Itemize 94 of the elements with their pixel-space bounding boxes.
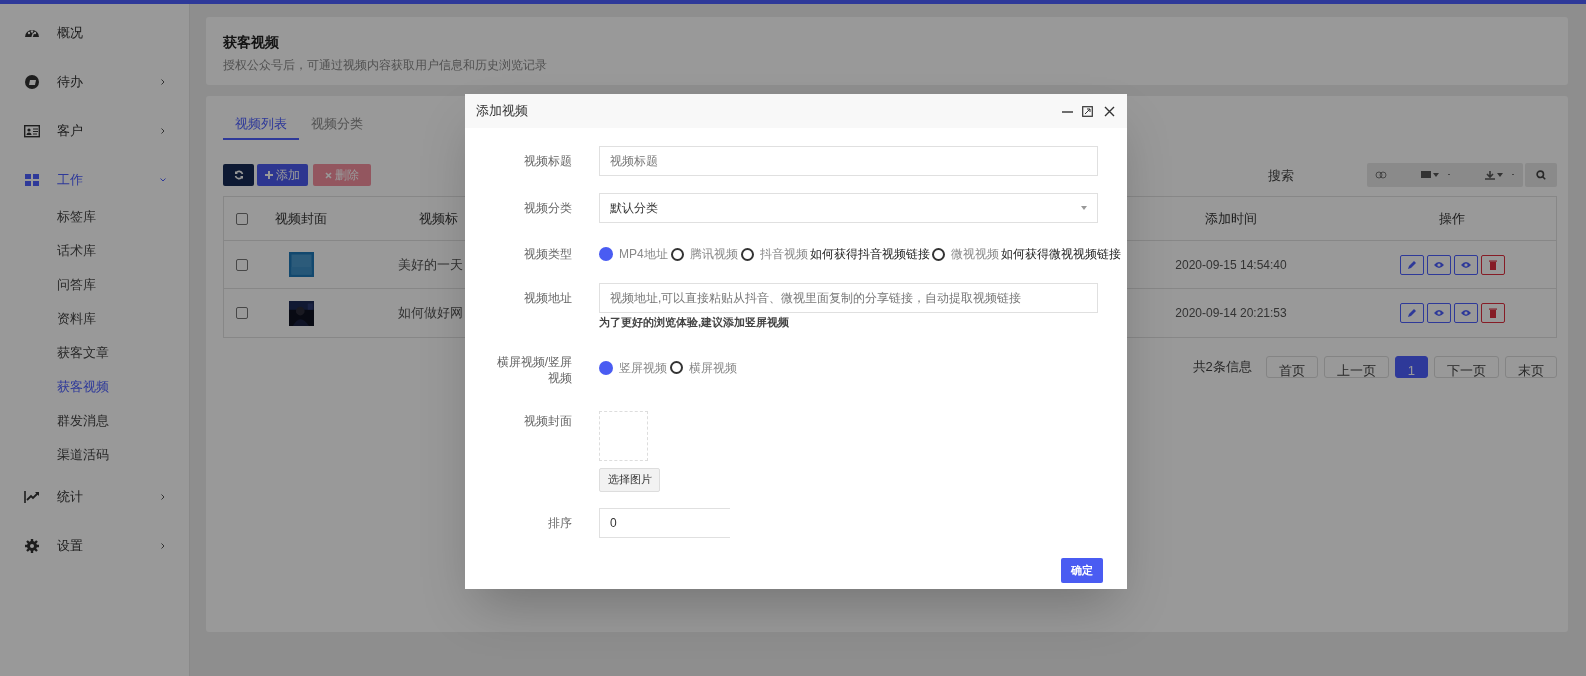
column-header: 视频标 <box>419 210 458 226</box>
chevron-right-icon <box>159 126 167 135</box>
field-label: 视频类型 <box>524 247 572 261</box>
line-chart-icon <box>24 488 40 505</box>
view-button[interactable] <box>1453 303 1478 323</box>
checkbox[interactable] <box>235 258 248 271</box>
table-cell-text: 2020-09-15 14:54:40 <box>1175 256 1287 274</box>
sidebar-subitem[interactable]: 问答库 <box>0 268 189 302</box>
url-field[interactable]: 视频地址,可以直接粘贴从抖音、微视里面复制的分享链接，自动提取视频链接 <box>599 283 1098 313</box>
edit-button[interactable] <box>1399 303 1424 323</box>
refresh-button[interactable] <box>223 164 254 186</box>
refresh-icon <box>233 170 244 180</box>
tab[interactable]: 视频分类 <box>299 110 375 140</box>
page-button[interactable]: 1 <box>1394 356 1428 378</box>
sidebar-item[interactable]: 设置 <box>0 521 189 570</box>
select-field[interactable]: 默认分类 <box>599 193 1098 223</box>
chat-bubble-icon <box>24 73 40 90</box>
field-label: 视频标题 <box>524 154 572 168</box>
table-cell: 如何做好网 <box>398 306 463 321</box>
field-label: 视频分类 <box>524 201 572 215</box>
help-link[interactable]: 如何获得微视视频链接 <box>1000 245 1121 263</box>
radio-option[interactable]: 竖屏视频 <box>599 358 669 377</box>
checkbox[interactable] <box>235 212 248 225</box>
radio-option[interactable]: 微视视频 <box>931 245 1001 263</box>
confirm-button[interactable]: 确定 <box>1061 557 1103 583</box>
checkbox[interactable] <box>235 307 248 319</box>
tab[interactable]: 视频列表 <box>223 110 299 140</box>
field-label: 横屏视频/竖屏视频 <box>496 354 572 385</box>
view-button[interactable] <box>1453 254 1478 275</box>
field-label: 视频封面 <box>524 413 572 428</box>
view-button[interactable] <box>1426 254 1451 275</box>
page-button[interactable]: 末页 <box>1505 356 1557 378</box>
sidebar-subitem[interactable]: 资料库 <box>0 302 189 336</box>
help-link[interactable]: 如何获得抖音视频链接 <box>809 245 930 263</box>
chevron-down-icon <box>159 175 167 184</box>
sidebar-subitem[interactable]: 获客视频 <box>0 370 189 404</box>
number-field[interactable]: 0 <box>599 507 730 538</box>
search-button[interactable] <box>1525 163 1557 187</box>
list-dropdown-icon[interactable] <box>1421 171 1451 179</box>
maximize-icon[interactable] <box>1082 105 1093 117</box>
close-icon[interactable] <box>1104 105 1115 117</box>
chevron-right-icon <box>159 492 167 501</box>
columns-icon[interactable] <box>1375 171 1387 179</box>
column-header: 视频封面 <box>274 209 328 228</box>
close-icon <box>325 171 332 179</box>
page-button[interactable]: 上一页 <box>1323 356 1389 378</box>
trash-icon <box>1486 307 1499 319</box>
delete-button[interactable] <box>1480 303 1505 323</box>
radio-option[interactable]: 抖音视频 <box>740 245 810 263</box>
column-header: 添加时间 <box>1205 209 1257 228</box>
view-button[interactable] <box>1426 303 1451 323</box>
radio-option[interactable]: 横屏视频 <box>670 358 739 377</box>
chevron-right-icon <box>159 77 167 86</box>
chevron-right-icon <box>159 541 167 550</box>
caret-icon <box>1081 206 1087 210</box>
page-button[interactable]: 首页 <box>1265 356 1318 378</box>
page-title: 获客视频 <box>223 33 280 51</box>
edit-button[interactable] <box>1399 254 1424 275</box>
radio-option[interactable]: 腾讯视频 <box>670 245 740 263</box>
page-subtitle: 授权公众号后，可通过视频内容获取用户信息和历史浏览记录 <box>223 57 548 73</box>
add-button[interactable]: 添加 <box>257 164 308 186</box>
sidebar-subitem[interactable]: 渠道活码 <box>0 438 189 472</box>
sidebar-subitem[interactable]: 获客文章 <box>0 336 189 370</box>
sidebar-item[interactable]: 待办 <box>0 57 189 106</box>
sidebar-item[interactable]: 概况 <box>0 8 189 57</box>
grid-icon <box>24 171 40 188</box>
page-button[interactable]: 下一页 <box>1434 356 1499 378</box>
eye-icon <box>1432 307 1445 319</box>
eye-icon <box>1459 307 1472 319</box>
table-cell-text: 2020-09-14 20:21:53 <box>1175 305 1287 322</box>
pagination-summary: 共2条信息 <box>1192 358 1252 377</box>
delete-button[interactable] <box>1480 254 1505 275</box>
search-icon <box>1536 170 1546 180</box>
sidebar-subitem[interactable]: 话术库 <box>0 234 189 268</box>
radio-option[interactable]: MP4地址 <box>599 245 670 263</box>
plus-icon <box>265 171 273 179</box>
field-label: 排序 <box>548 515 572 530</box>
image-placeholder <box>599 410 648 461</box>
sidebar-item[interactable]: 客户 <box>0 106 189 155</box>
pencil-icon <box>1405 307 1418 319</box>
contact-card-icon <box>24 122 40 139</box>
choose-image-button[interactable]: 选择图片 <box>599 467 660 492</box>
sidebar-item[interactable]: 统计 <box>0 472 189 521</box>
column-header: 操作 <box>1439 209 1465 228</box>
search-field[interactable]: 搜索 <box>1201 164 1361 186</box>
trash-icon <box>1486 258 1499 271</box>
sidebar-subitem[interactable]: 群发消息 <box>0 404 189 438</box>
field-label: 视频地址 <box>524 291 572 305</box>
dialog-title: 添加视频 <box>476 102 528 121</box>
settings-icon <box>24 537 40 554</box>
hint-text: 为了更好的浏览体验,建议添加竖屏视频 <box>599 315 790 330</box>
download-dropdown-icon[interactable] <box>1485 170 1515 180</box>
text-field[interactable]: 视频标题 <box>599 146 1098 176</box>
pencil-icon <box>1405 258 1418 271</box>
